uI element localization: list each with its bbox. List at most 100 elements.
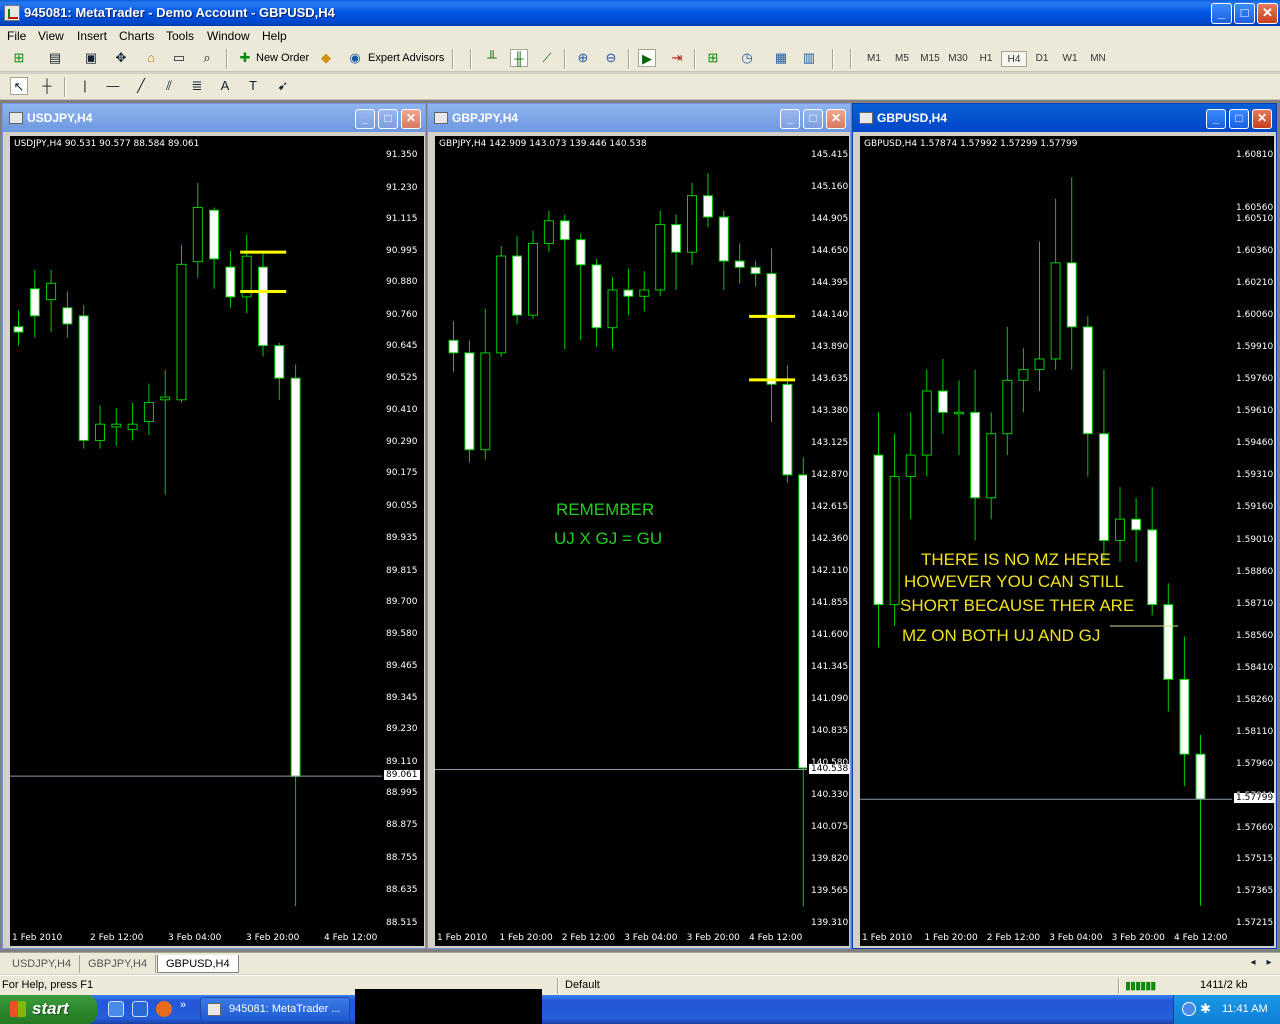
timeframe-m30[interactable]: M30 <box>945 51 971 67</box>
metaeditor-icon[interactable]: ◆ <box>317 49 335 67</box>
text-label-icon[interactable]: T <box>244 77 262 95</box>
chart-window-usdjpy[interactable]: USDJPY,H4 _ □ ✕ USDJPY,H4 90.531 90.577 … <box>2 103 426 949</box>
new-order-icon[interactable]: ✚ <box>236 49 254 67</box>
candle <box>954 380 964 456</box>
price-label: 1.60810 <box>1236 150 1274 160</box>
price-plot[interactable]: GBPUSD,H4 1.57874 1.57992 1.57299 1.5779… <box>860 136 1232 930</box>
menu-view[interactable]: View <box>38 29 64 43</box>
chart-window-gbpusd[interactable]: GBPUSD,H4 _ □ ✕ GBPUSD,H4 1.57874 1.5799… <box>852 103 1277 949</box>
price-label: 1.59910 <box>1236 342 1274 353</box>
timeframe-m5[interactable]: M5 <box>889 51 915 67</box>
templates-icon[interactable]: ▦ <box>772 49 790 67</box>
chart-close-button[interactable]: ✕ <box>401 109 421 129</box>
time-label: 3 Feb 20:00 <box>1111 933 1165 943</box>
menu-help[interactable]: Help <box>262 29 287 43</box>
internet-explorer-icon[interactable] <box>132 1001 148 1017</box>
chart-maximize-button[interactable]: □ <box>1229 109 1249 129</box>
chart-tabs: USDJPY,H4 GBPJPY,H4 GBPUSD,H4 ◂ ▸ <box>0 952 1280 974</box>
chart-close-button[interactable]: ✕ <box>826 109 846 129</box>
expert-advisors-icon[interactable]: ◉ <box>346 49 364 67</box>
tab-gbpjpy[interactable]: GBPJPY,H4 <box>80 955 157 973</box>
vertical-line-icon[interactable]: | <box>76 77 94 95</box>
timeframe-mn[interactable]: MN <box>1085 51 1111 67</box>
profiles-icon[interactable]: ▤ <box>46 49 64 67</box>
indicators-icon[interactable]: ⊞ <box>704 49 722 67</box>
timeframe-d1[interactable]: D1 <box>1029 51 1055 67</box>
new-chart-icon[interactable]: ⊞ <box>10 49 28 67</box>
menu-file[interactable]: File <box>7 29 26 43</box>
price-axis[interactable]: 1.60810 1.60560 1.60510 1.60360 1.60210 1.600… <box>1232 136 1276 930</box>
tester-icon[interactable]: ⌕ <box>198 49 216 67</box>
price-label: 140.835 <box>811 726 849 737</box>
time-label: 4 Feb 12:00 <box>749 933 803 943</box>
chart-minimize-button[interactable]: _ <box>355 109 375 129</box>
tray-app-icon[interactable]: ✱ <box>1200 1001 1211 1017</box>
zoom-in-icon[interactable]: ⊕ <box>574 49 592 67</box>
auto-scroll-icon[interactable]: ▶ <box>638 49 656 67</box>
fibonacci-icon[interactable]: ≣ <box>188 77 206 95</box>
line-chart-icon[interactable]: ⟋ <box>538 49 556 67</box>
chart-info-line: USDJPY,H4 90.531 90.577 88.584 89.061 <box>14 139 200 149</box>
new-order-button[interactable]: New Order <box>256 48 309 68</box>
price-axis[interactable]: 145.415 145.160 144.905 144.650 144.395 144.1… <box>807 136 851 930</box>
chart-maximize-button[interactable]: □ <box>803 109 823 129</box>
chart-minimize-button[interactable]: _ <box>1206 109 1226 129</box>
candlestick-chart-icon[interactable]: ╫ <box>510 49 528 67</box>
timeframe-h4[interactable]: H4 <box>1001 51 1027 67</box>
terminal-icon[interactable]: ▭ <box>170 49 188 67</box>
tab-scroll-right-icon[interactable]: ▸ <box>1260 954 1278 972</box>
chart-shift-icon[interactable]: ⇥ <box>668 49 686 67</box>
firefox-icon[interactable] <box>156 1001 172 1017</box>
show-desktop-icon[interactable] <box>108 1001 124 1017</box>
time-label: 3 Feb 20:00 <box>246 933 300 943</box>
menu-charts[interactable]: Charts <box>119 29 154 43</box>
metatrader-app-icon[interactable] <box>4 5 20 21</box>
trendline-icon[interactable]: ╱ <box>132 77 150 95</box>
expert-advisors-button[interactable]: Expert Advisors <box>368 48 444 68</box>
tray-expand-icon[interactable] <box>1182 1002 1196 1016</box>
chart-maximize-button[interactable]: □ <box>378 109 398 129</box>
price-axis[interactable]: 91.350 91.230 91.115 90.995 90.880 90.760 90.6… <box>382 136 424 930</box>
price-label: 139.565 <box>811 885 849 896</box>
menu-window[interactable]: Window <box>207 29 250 43</box>
properties-icon[interactable]: ▥ <box>800 49 818 67</box>
time-axis[interactable]: 1 Feb 2010 1 Feb 20:00 2 Feb 12:00 3 Feb 04… <box>435 930 849 946</box>
chart-window-gbpjpy[interactable]: GBPJPY,H4 _ □ ✕ GBPJPY,H4 142.909 143.07… <box>427 103 851 949</box>
quicklaunch-more-icon[interactable]: » <box>180 999 196 1015</box>
price-plot[interactable]: USDJPY,H4 90.531 90.577 88.584 89.061 <box>10 136 382 930</box>
timeframe-w1[interactable]: W1 <box>1057 51 1083 67</box>
minimize-button[interactable]: _ <box>1211 3 1232 24</box>
arrows-icon[interactable]: ➹ <box>274 77 292 95</box>
taskbar-item-metatrader[interactable]: 945081: MetaTrader ... <box>200 997 350 1022</box>
cursor-icon[interactable]: ↖ <box>10 77 28 95</box>
crosshair-icon[interactable]: ┼ <box>38 77 56 95</box>
bar-chart-icon[interactable]: ╨ <box>483 49 501 67</box>
price-label: 89.110 <box>386 756 418 767</box>
zoom-out-icon[interactable]: ⊖ <box>602 49 620 67</box>
data-window-icon[interactable]: ⌂ <box>142 49 160 67</box>
tab-gbpusd[interactable]: GBPUSD,H4 <box>157 955 239 973</box>
time-axis[interactable]: 1 Feb 2010 1 Feb 20:00 2 Feb 12:00 3 Feb 04… <box>860 930 1274 946</box>
timeframe-h1[interactable]: H1 <box>973 51 999 67</box>
horizontal-line-icon[interactable]: — <box>104 77 122 95</box>
chart-minimize-button[interactable]: _ <box>780 109 800 129</box>
timeframe-m15[interactable]: M15 <box>917 51 943 67</box>
menu-tools[interactable]: Tools <box>166 29 194 43</box>
market-watch-icon[interactable]: ▣ <box>82 49 100 67</box>
current-price-label: 140.538 <box>809 763 851 774</box>
channel-icon[interactable]: ⫽ <box>160 77 178 95</box>
timeframe-m1[interactable]: M1 <box>861 51 887 67</box>
close-button[interactable]: ✕ <box>1257 3 1278 24</box>
chart-close-button[interactable]: ✕ <box>1252 109 1272 129</box>
maximize-button[interactable]: □ <box>1234 3 1255 24</box>
price-label: 1.59160 <box>1236 502 1274 513</box>
candle <box>921 369 932 477</box>
menu-insert[interactable]: Insert <box>77 29 107 43</box>
periods-icon[interactable]: ◷ <box>738 49 756 67</box>
tab-usdjpy[interactable]: USDJPY,H4 <box>4 955 81 973</box>
navigator-icon[interactable]: ✥ <box>112 49 130 67</box>
price-plot[interactable]: GBPJPY,H4 142.909 143.073 139.446 140.53… <box>435 136 807 930</box>
text-icon[interactable]: A <box>216 77 234 95</box>
start-button[interactable]: start <box>0 995 97 1024</box>
time-axis[interactable]: 1 Feb 2010 2 Feb 12:00 3 Feb 04:00 3 Feb 20… <box>10 930 424 946</box>
